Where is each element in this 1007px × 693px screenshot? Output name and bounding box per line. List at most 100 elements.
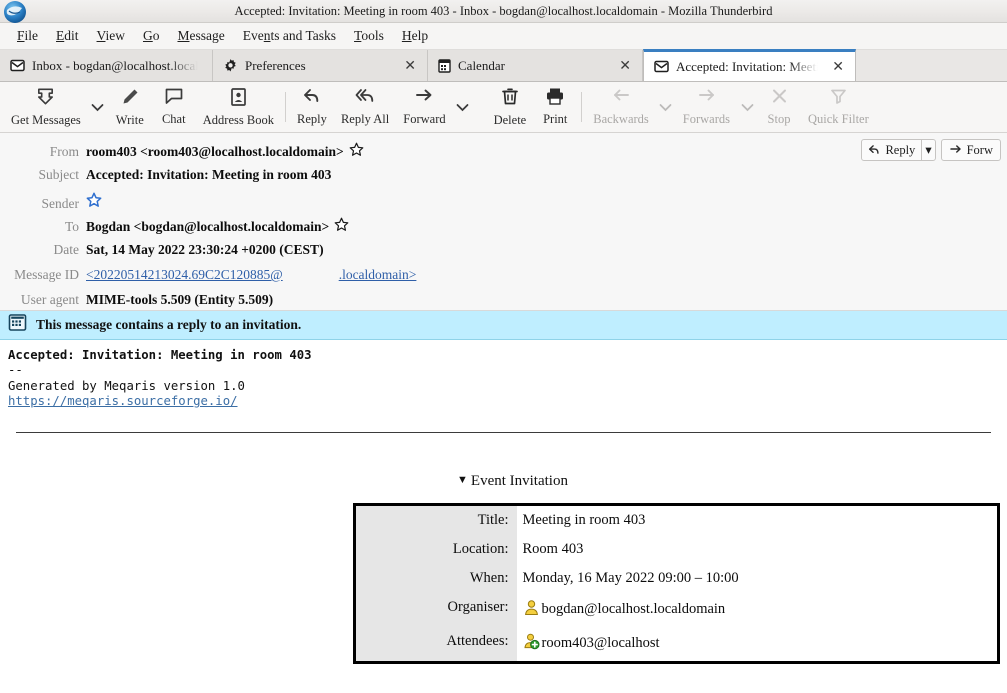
menu-tools[interactable]: Tools	[345, 26, 393, 46]
header-forward-button[interactable]: Forw	[940, 139, 1001, 161]
delete-button[interactable]: Delete	[487, 85, 534, 130]
header-label-from: From	[49, 143, 79, 159]
stop-button[interactable]: Stop	[757, 85, 801, 129]
calendar-grid-icon	[8, 313, 27, 337]
event-when-value: Monday, 16 May 2022 09:00 – 10:00	[516, 563, 999, 593]
star-outline-icon[interactable]	[334, 217, 349, 236]
tab-inbox[interactable]: Inbox - bogdan@localhost.localdomain	[0, 50, 213, 81]
event-attendees-value: room403@localhost	[516, 626, 999, 663]
tab-bar: Inbox - bogdan@localhost.localdomain Pre…	[0, 49, 1007, 82]
print-label: Print	[543, 112, 568, 126]
header-value-from[interactable]: room403 <room403@localhost.localdomain>	[86, 142, 364, 161]
envelope-icon	[654, 60, 669, 73]
reply-button[interactable]: Reply	[290, 85, 334, 129]
header-value-to[interactable]: Bogdan <bogdan@localhost.localdomain>	[86, 217, 349, 236]
reply-all-label: Reply All	[340, 112, 390, 126]
header-to-text: Bogdan <bogdan@localhost.localdomain>	[86, 218, 330, 234]
meqaris-link[interactable]: https://meqaris.sourceforge.io/	[8, 394, 238, 408]
printer-icon	[545, 87, 565, 111]
menu-edit[interactable]: Edit	[47, 26, 88, 46]
header-row-to: To Bogdan <bogdan@localhost.localdomain>	[0, 216, 1007, 241]
header-reply-button[interactable]: Reply	[862, 140, 921, 160]
menu-events-and-tasks[interactable]: Events and Tasks	[234, 26, 345, 46]
header-value-message-id[interactable]: <20220514213024.69C2C120885@ .localdomain…	[86, 267, 416, 283]
invitation-notification-text: This message contains a reply to an invi…	[36, 317, 302, 332]
get-messages-button[interactable]: Get Messages	[4, 85, 88, 130]
get-messages-chevron-down-icon[interactable]	[88, 85, 108, 129]
forward-arrow-icon	[949, 145, 961, 153]
collapse-caret-icon[interactable]: ▼	[457, 474, 468, 486]
quick-filter-button[interactable]: Quick Filter	[801, 85, 876, 129]
arrow-left-icon	[611, 87, 632, 111]
header-row-date: Date Sat, 14 May 2022 23:30:24 +0200 (CE…	[0, 241, 1007, 266]
write-button[interactable]: Write	[108, 85, 152, 130]
header-action-buttons: Reply ▾ Forw	[861, 139, 1001, 161]
menu-file[interactable]: File	[8, 26, 47, 46]
backwards-label: Backwards	[593, 112, 649, 126]
header-reply-split-button[interactable]: Reply ▾	[861, 139, 936, 161]
event-organiser-value: bogdan@localhost.localdomain	[516, 592, 999, 627]
gear-icon	[223, 58, 238, 73]
tab-calendar[interactable]: Calendar ✕	[428, 50, 643, 81]
forwards-label: Forwards	[682, 112, 730, 126]
menu-go[interactable]: Go	[134, 26, 169, 46]
table-row: Attendees: room403@localhost	[354, 626, 999, 663]
chat-bubble-icon	[164, 87, 184, 111]
star-outline-icon[interactable]	[349, 142, 364, 161]
event-organiser-email: bogdan@localhost.localdomain	[541, 601, 726, 618]
header-value-sender[interactable]	[86, 192, 102, 212]
pencil-icon	[120, 87, 140, 112]
tab-accepted-invitation[interactable]: Accepted: Invitation: Meeting in room 40…	[643, 49, 856, 81]
message-header-pane: Reply ▾ Forw From room403 <room403@local…	[0, 133, 1007, 311]
event-invitation-table: Title: Meeting in room 403 Location: Roo…	[353, 502, 1000, 664]
body-divider	[16, 431, 991, 433]
backwards-button[interactable]: Backwards	[586, 85, 656, 129]
menu-view[interactable]: View	[88, 26, 134, 46]
header-label-date: Date	[53, 242, 79, 257]
header-reply-chevron-down-icon[interactable]: ▾	[921, 140, 934, 160]
forward-chevron-down-icon[interactable]	[453, 85, 473, 129]
header-label-to: To	[64, 218, 79, 234]
header-label-sender: Sender	[41, 196, 80, 211]
tab-calendar-close-icon[interactable]: ✕	[617, 59, 633, 73]
forwards-chevron-down-icon[interactable]	[737, 85, 757, 129]
menu-help[interactable]: Help	[393, 26, 437, 46]
forwards-button[interactable]: Forwards	[676, 85, 737, 129]
header-value-subject: Accepted: Invitation: Meeting in room 40…	[86, 167, 332, 182]
close-x-icon	[770, 87, 789, 111]
header-label-subject: Subject	[38, 167, 80, 182]
chat-label: Chat	[161, 112, 186, 126]
tab-accepted-invitation-close-icon[interactable]: ✕	[830, 60, 846, 74]
message-id-part1[interactable]: <20220514213024.69C2C120885@	[86, 267, 283, 283]
arrow-right-icon	[696, 87, 717, 111]
toolbar-separator	[284, 92, 286, 122]
print-button[interactable]: Print	[533, 85, 577, 129]
backwards-chevron-down-icon[interactable]	[656, 85, 676, 129]
tab-accepted-invitation-label: Accepted: Invitation: Meeting in room 40…	[676, 58, 824, 75]
thunderbird-logo	[2, 0, 28, 25]
event-when-key: When:	[354, 563, 517, 593]
quick-filter-label: Quick Filter	[808, 112, 869, 126]
tab-preferences-close-icon[interactable]: ✕	[402, 59, 418, 73]
table-row: Location: Room 403	[354, 534, 999, 564]
header-label-message-id: Message ID	[14, 267, 79, 282]
main-toolbar: Get Messages Write Chat Address Book Rep…	[0, 82, 1007, 133]
stop-label: Stop	[767, 112, 791, 126]
tab-preferences[interactable]: Preferences ✕	[213, 50, 428, 81]
event-invitation-heading[interactable]: ▼ Event Invitation	[0, 473, 1007, 490]
header-label-user-agent: User agent	[20, 292, 79, 307]
address-book-button[interactable]: Address Book	[196, 85, 281, 130]
reply-all-arrow-icon	[354, 87, 376, 111]
menu-message[interactable]: Message	[168, 26, 233, 46]
envelope-icon	[10, 59, 25, 72]
delete-label: Delete	[493, 112, 527, 127]
reply-label: Reply	[297, 112, 327, 126]
get-messages-label: Get Messages	[11, 112, 81, 127]
message-id-part2[interactable]: .localdomain>	[339, 267, 417, 283]
reply-all-button[interactable]: Reply All	[334, 85, 396, 129]
forward-label: Forward	[403, 112, 446, 126]
forward-button[interactable]: Forward	[396, 85, 452, 129]
forward-arrow-icon	[414, 87, 434, 111]
chat-button[interactable]: Chat	[152, 85, 196, 129]
star-blue-icon[interactable]	[86, 192, 102, 212]
